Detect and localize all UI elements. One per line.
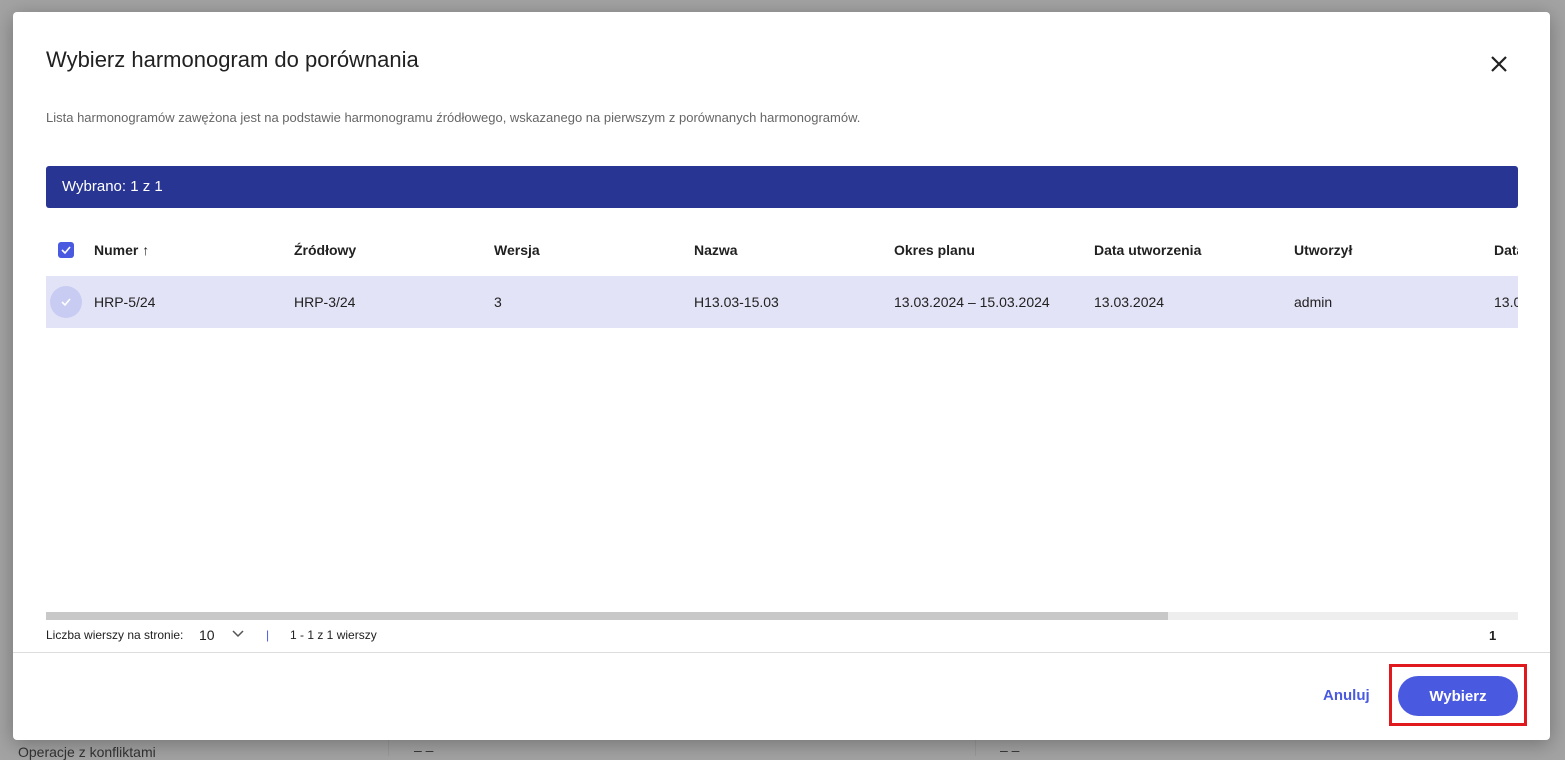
pagination-range: 1 - 1 z 1 wierszy: [290, 628, 377, 642]
column-header-wersja[interactable]: Wersja: [494, 242, 540, 258]
page-number[interactable]: 1: [1489, 628, 1496, 643]
cell-numer: HRP-5/24: [94, 294, 156, 310]
table-row[interactable]: HRP-5/24 HRP-3/24 3 H13.03-15.03 13.03.2…: [46, 276, 1518, 328]
cell-data-utworzenia: 13.03.2024: [1094, 294, 1165, 310]
column-header-data[interactable]: Data: [1494, 242, 1518, 258]
background-row-label: Operacje z konfliktami: [18, 744, 156, 760]
cell-data: 13.03: [1494, 294, 1518, 310]
background-divider: [388, 740, 389, 756]
cell-nazwa: H13.03-15.03: [694, 294, 779, 310]
confirm-button[interactable]: Wybierz: [1398, 676, 1518, 716]
schedule-table: Numer ↑ Źródłowy Wersja Nazwa Okres plan…: [46, 224, 1518, 614]
footer-divider: [13, 652, 1550, 653]
column-header-data-utworzenia[interactable]: Data utworzenia: [1094, 242, 1201, 258]
close-icon[interactable]: [1487, 52, 1511, 76]
rows-per-page-label: Liczba wierszy na stronie:: [46, 628, 184, 642]
selection-banner: Wybrano: 1 z 1: [46, 166, 1518, 208]
select-all-checkbox[interactable]: [58, 242, 74, 258]
cell-wersja: 3: [494, 294, 502, 310]
chevron-down-icon[interactable]: [231, 626, 245, 643]
column-header-nazwa[interactable]: Nazwa: [694, 242, 738, 258]
cell-zrodlowy: HRP-3/24: [294, 294, 356, 310]
sort-ascending-icon: ↑: [142, 242, 150, 258]
scrollbar-thumb[interactable]: [46, 612, 1168, 620]
column-header-okres-planu[interactable]: Okres planu: [894, 242, 975, 258]
horizontal-scrollbar[interactable]: [46, 612, 1518, 620]
dialog-title: Wybierz harmonogram do porównania: [46, 47, 419, 72]
column-header-zrodlowy[interactable]: Źródłowy: [294, 242, 356, 258]
compare-schedule-dialog: Wybierz harmonogram do porównania Lista …: [13, 12, 1550, 740]
cancel-button[interactable]: Anuluj: [1313, 677, 1380, 714]
dialog-description: Lista harmonogramów zawężona jest na pod…: [46, 110, 861, 125]
cell-utworzyl: admin: [1294, 294, 1333, 310]
column-header-numer[interactable]: Numer ↑: [94, 242, 149, 258]
column-header-utworzyl[interactable]: Utworzył: [1294, 242, 1352, 258]
rows-per-page-select[interactable]: 10: [199, 627, 215, 643]
row-checkbox[interactable]: [50, 286, 82, 318]
background-divider: [975, 740, 976, 756]
pagination: Liczba wierszy na stronie: 10 | 1 - 1 z …: [46, 626, 1518, 644]
table-header: Numer ↑ Źródłowy Wersja Nazwa Okres plan…: [46, 224, 1518, 276]
pagination-separator: |: [266, 628, 270, 642]
cell-okres-planu: 13.03.2024 – 15.03.2024: [894, 294, 1050, 310]
